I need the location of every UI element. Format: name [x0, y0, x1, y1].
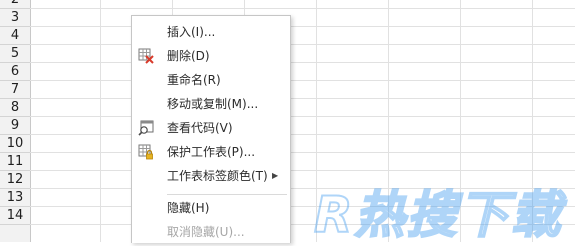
menu-item-view-code[interactable]: 查看代码(V) [132, 116, 290, 140]
row-header[interactable]: 7 [0, 81, 30, 99]
menu-item-protect-sheet[interactable]: 保护工作表(P)... [132, 140, 290, 164]
menu-item-delete[interactable]: 删除(D) [132, 44, 290, 68]
row-header[interactable]: 4 [0, 27, 30, 45]
row-header[interactable]: 5 [0, 45, 30, 63]
protect-sheet-icon [138, 144, 154, 160]
row-header[interactable]: 11 [0, 153, 30, 171]
menu-item-insert[interactable]: 插入(I)... [132, 20, 290, 44]
row-header[interactable]: 3 [0, 9, 30, 27]
menu-item-label: 重命名(R) [167, 73, 221, 87]
row-gridline [30, 98, 575, 99]
row-gridline [30, 152, 575, 153]
menu-item-label: 查看代码(V) [167, 121, 233, 135]
site-watermark-logo: R热搜下载 [312, 180, 575, 245]
row-header[interactable]: 6 [0, 63, 30, 81]
row-header-column: 2 3 4 5 6 7 8 9 10 11 12 13 14 [0, 0, 31, 242]
row-gridline [30, 26, 575, 27]
menu-item-label: 插入(I)... [167, 25, 216, 39]
row-gridline [30, 62, 575, 63]
menu-separator [167, 194, 287, 195]
row-header[interactable]: 10 [0, 135, 30, 153]
row-header[interactable]: 13 [0, 189, 30, 207]
row-gridline [30, 170, 575, 171]
menu-item-tab-color[interactable]: 工作表标签颜色(T) ▶ [132, 164, 290, 188]
watermark-text: R热搜下载 [314, 186, 568, 242]
menu-item-rename[interactable]: 重命名(R) [132, 68, 290, 92]
row-gridline [30, 44, 575, 45]
row-gridline [30, 8, 575, 9]
row-gridline [30, 80, 575, 81]
row-gridline [30, 116, 575, 117]
menu-item-label: 隐藏(H) [167, 201, 210, 215]
menu-item-hide[interactable]: 隐藏(H) [132, 196, 290, 220]
menu-item-label: 取消隐藏(U)... [167, 225, 245, 239]
row-header[interactable]: 2 [0, 0, 30, 9]
view-code-icon [138, 120, 154, 136]
row-header[interactable]: 8 [0, 99, 30, 117]
submenu-arrow-icon: ▶ [272, 171, 279, 180]
menu-item-label: 工作表标签颜色(T) [167, 169, 268, 183]
row-gridline [30, 134, 575, 135]
row-header[interactable]: 9 [0, 117, 30, 135]
row-header[interactable]: 14 [0, 207, 30, 225]
row-header[interactable]: 12 [0, 171, 30, 189]
delete-sheet-icon [138, 48, 154, 64]
menu-item-label: 移动或复制(M)... [167, 97, 259, 111]
menu-item-unhide: 取消隐藏(U)... [132, 220, 290, 244]
sheet-tab-context-menu: 插入(I)... 删除(D) 重命名(R) 移动或复制(M)... 查看代码(V… [131, 15, 291, 243]
menu-item-move-or-copy[interactable]: 移动或复制(M)... [132, 92, 290, 116]
menu-item-label: 保护工作表(P)... [167, 145, 256, 159]
menu-item-label: 删除(D) [167, 49, 210, 63]
